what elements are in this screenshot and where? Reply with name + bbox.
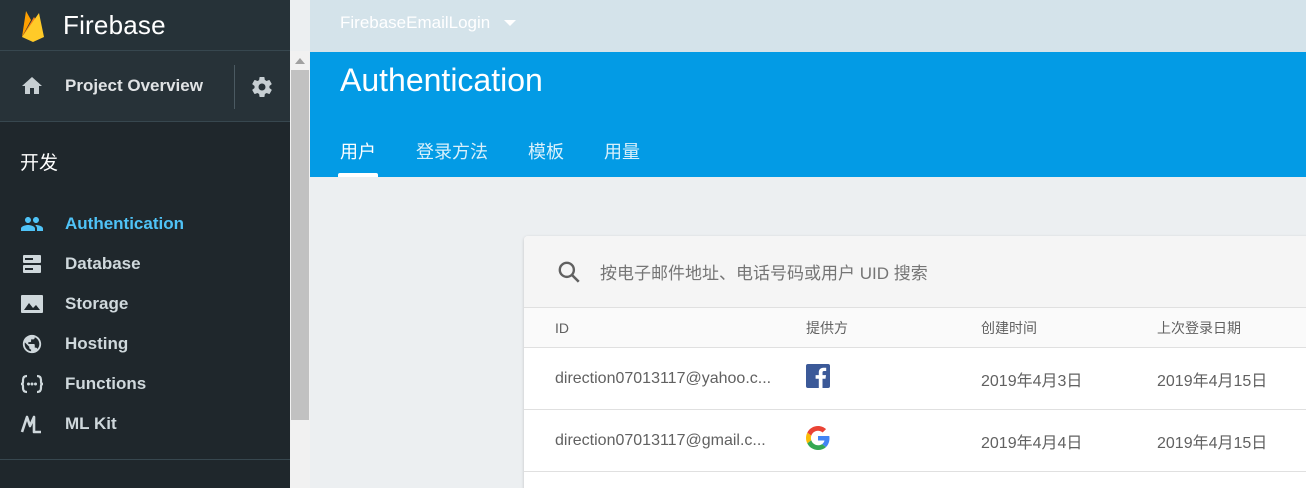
- tab-usage[interactable]: 用量: [604, 138, 640, 177]
- column-header-created[interactable]: 创建时间: [981, 318, 1037, 338]
- tab-bar: 用户 登录方法 模板 用量: [338, 138, 680, 177]
- facebook-icon: [806, 364, 830, 393]
- table-row[interactable]: direction07013117@gmail.c... 2019年4月4日 2…: [524, 410, 1306, 472]
- sidebar-item-functions[interactable]: Functions: [0, 364, 290, 404]
- mlkit-icon: [20, 412, 44, 436]
- last-login-date: 2019年4月15日: [1157, 434, 1268, 452]
- scroll-up-arrow-icon[interactable]: [292, 53, 308, 69]
- tab-sign-in-method[interactable]: 登录方法: [416, 138, 488, 177]
- sidebar-scrollbar[interactable]: [290, 51, 310, 488]
- sidebar-item-label: Hosting: [65, 334, 129, 353]
- table-row[interactable]: direction07013117@yahoo.c... 2019年4月3日 2…: [524, 348, 1306, 410]
- sidebar-item-label: Functions: [65, 374, 147, 393]
- chevron-down-icon: [504, 20, 517, 26]
- project-overview-label: Project Overview: [65, 76, 203, 95]
- globe-icon: [20, 332, 44, 356]
- database-icon: [20, 252, 44, 276]
- tab-templates[interactable]: 模板: [528, 138, 564, 177]
- search-input[interactable]: 按电子邮件地址、电话号码或用户 UID 搜索: [600, 259, 928, 284]
- column-header-id[interactable]: ID: [555, 320, 785, 336]
- sidebar-item-ml-kit[interactable]: ML Kit: [0, 404, 290, 444]
- google-icon: [806, 426, 830, 455]
- tab-users[interactable]: 用户: [338, 138, 378, 177]
- sidebar-item-label: Authentication: [65, 214, 184, 233]
- sidebar-item-hosting[interactable]: Hosting: [0, 324, 290, 364]
- sidebar-panel: Project Overview 开发 Authentication Datab…: [0, 51, 290, 488]
- search-icon: [558, 261, 580, 283]
- sidebar: Firebase Project Overview 开发 Authenticat…: [0, 0, 290, 488]
- firebase-logo-icon: [20, 7, 46, 43]
- project-selector[interactable]: FirebaseEmailLogin: [340, 13, 517, 33]
- brand[interactable]: Firebase: [0, 0, 290, 51]
- sidebar-nav: Authentication Database Storage Hosting: [0, 204, 290, 444]
- functions-icon: [20, 372, 44, 396]
- created-date: 2019年4月4日: [981, 434, 1083, 452]
- home-icon: [22, 77, 42, 94]
- users-card: 按电子邮件地址、电话号码或用户 UID 搜索 ID 提供方 创建时间 上次登录日…: [524, 236, 1306, 488]
- sidebar-item-authentication[interactable]: Authentication: [0, 204, 290, 244]
- last-login-date: 2019年4月15日: [1157, 372, 1268, 390]
- sidebar-item-storage[interactable]: Storage: [0, 284, 290, 324]
- table-header: ID 提供方 创建时间 上次登录日期: [524, 308, 1306, 348]
- created-date: 2019年4月3日: [981, 372, 1083, 390]
- column-header-last-login[interactable]: 上次登录日期: [1157, 318, 1241, 338]
- app-name: Firebase: [63, 9, 166, 40]
- page-header: Authentication 用户 登录方法 模板 用量: [310, 52, 1306, 177]
- sidebar-item-label: Database: [65, 254, 141, 273]
- scrollbar-thumb[interactable]: [291, 70, 309, 420]
- divider: [234, 65, 235, 109]
- column-header-provider[interactable]: 提供方: [806, 318, 848, 338]
- sidebar-item-label: ML Kit: [65, 414, 117, 433]
- sidebar-item-database[interactable]: Database: [0, 244, 290, 284]
- project-name: FirebaseEmailLogin: [340, 13, 491, 32]
- search-bar[interactable]: 按电子邮件地址、电话号码或用户 UID 搜索: [524, 236, 1306, 308]
- user-id[interactable]: direction07013117@gmail.c...: [555, 432, 785, 450]
- section-title: 开发: [20, 153, 59, 174]
- page-title: Authentication: [340, 62, 543, 98]
- sidebar-item-label: Storage: [65, 294, 129, 313]
- user-id[interactable]: direction07013117@yahoo.c...: [555, 370, 785, 388]
- gear-icon[interactable]: [250, 75, 274, 99]
- divider: [0, 459, 290, 460]
- project-overview-link[interactable]: Project Overview: [0, 51, 290, 122]
- people-icon: [20, 212, 44, 236]
- storage-icon: [20, 292, 44, 316]
